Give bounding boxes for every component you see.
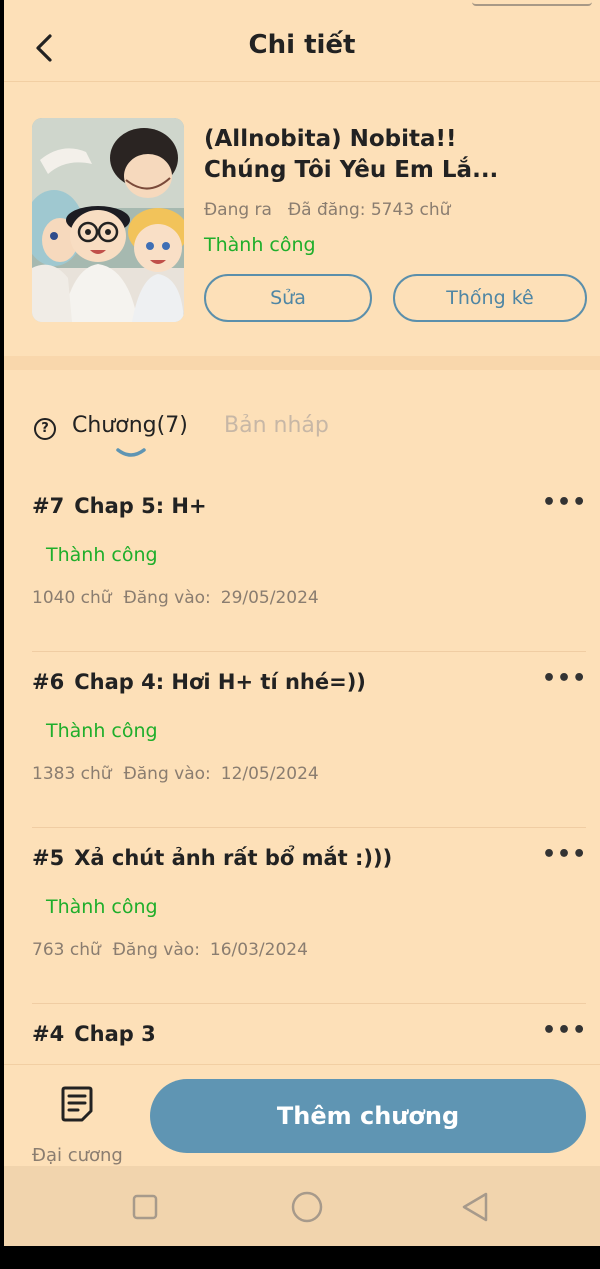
chapter-date: 16/03/2024 (209, 940, 308, 960)
chapter-name: Xả chút ảnh rất bổ mắt :))) (74, 846, 393, 870)
book-title-line-1: (Allnobita) Nobita!! (204, 126, 457, 152)
chapter-word-count: 763 chữ (32, 940, 101, 960)
book-title-line-2: Chúng Tôi Yêu Em Lắ... (204, 157, 499, 183)
app-screen: Chi tiết (Allnobita) Nobita!! Chúng Tôi … (4, 0, 600, 1246)
tab-active-indicator (116, 448, 146, 457)
chapter-status: Thành công (46, 544, 158, 566)
book-word-count: Đã đăng: 5743 chữ (287, 200, 451, 220)
chapter-number: #6 (32, 670, 65, 694)
chapter-status: Thành công (46, 896, 158, 918)
outline-button[interactable]: Đại cương (26, 1081, 136, 1166)
chapter-item[interactable]: #7 Chap 5: H+ ••• Thành công 1040 chữ Đăng… (32, 476, 586, 652)
chapter-number: #7 (32, 494, 65, 518)
chapter-name: Chap 4: Hơi H+ tí nhé=)) (74, 670, 366, 694)
header: Chi tiết (4, 14, 600, 82)
question-circle-icon[interactable]: ? (34, 418, 56, 440)
more-horizontal-icon[interactable]: ••• (542, 1018, 586, 1048)
tab-bar: ? Chương(7) Bản nháp (4, 408, 600, 468)
circle-icon[interactable] (290, 1190, 324, 1224)
chapter-name: Chap 5: H+ (74, 494, 207, 518)
triangle-back-icon[interactable] (458, 1190, 492, 1224)
chapter-title: #5 Xả chút ảnh rất bổ mắt :))) (32, 846, 392, 870)
chapter-word-count: 1040 chữ (32, 588, 112, 608)
more-horizontal-icon[interactable]: ••• (542, 666, 586, 696)
edit-button[interactable]: Sửa (204, 274, 372, 322)
page-title: Chi tiết (248, 30, 356, 60)
book-meta: Đang ra Đã đăng: 5743 chữ (204, 200, 450, 220)
system-nav-bar (4, 1166, 600, 1246)
chapter-number: #4 (32, 1022, 65, 1046)
outline-label: Đại cương (32, 1145, 123, 1166)
book-info: (Allnobita) Nobita!! Chúng Tôi Yêu Em Lắ… (4, 96, 600, 356)
status-bar (4, 0, 600, 10)
square-icon[interactable] (128, 1190, 162, 1224)
add-chapter-button[interactable]: Thêm chương (150, 1079, 586, 1153)
chapter-status: Thành công (46, 720, 158, 742)
chapter-word-count: 1383 chữ (32, 764, 112, 784)
chapter-item[interactable]: #5 Xả chút ảnh rất bổ mắt :))) ••• Thành … (32, 828, 586, 1004)
more-horizontal-icon[interactable]: ••• (542, 842, 586, 872)
chapter-title: #4 Chap 3 (32, 1022, 156, 1046)
chapter-item[interactable]: #6 Chap 4: Hơi H+ tí nhé=)) ••• Thành côn… (32, 652, 586, 828)
book-cover-image[interactable] (32, 118, 184, 322)
tab-chapters[interactable]: Chương(7) (72, 413, 188, 438)
book-state: Đang ra (204, 200, 272, 220)
chapter-date: 29/05/2024 (220, 588, 319, 608)
chapter-meta: 763 chữ Đăng vào: 16/03/2024 (32, 940, 308, 960)
status-icons (472, 0, 592, 6)
chapter-date: 12/05/2024 (220, 764, 319, 784)
chapter-name: Chap 3 (74, 1022, 156, 1046)
book-title: (Allnobita) Nobita!! Chúng Tôi Yêu Em Lắ… (204, 124, 584, 186)
chapter-meta: 1383 chữ Đăng vào: 12/05/2024 (32, 764, 319, 784)
bottom-action-bar: Đại cương Thêm chương (4, 1064, 600, 1166)
stats-button[interactable]: Thống kê (393, 274, 587, 322)
document-list-icon (61, 1086, 93, 1122)
chapter-meta: 1040 chữ Đăng vào: 29/05/2024 (32, 588, 319, 608)
tab-drafts[interactable]: Bản nháp (224, 413, 329, 438)
chapter-number: #5 (32, 846, 65, 870)
chapter-posted-label: Đăng vào: (123, 764, 211, 784)
chapter-title: #7 Chap 5: H+ (32, 494, 207, 518)
more-horizontal-icon[interactable]: ••• (542, 490, 586, 520)
chapter-posted-label: Đăng vào: (123, 588, 211, 608)
section-divider (4, 356, 600, 370)
book-status: Thành công (204, 234, 316, 256)
chapter-title: #6 Chap 4: Hơi H+ tí nhé=)) (32, 670, 366, 694)
chapter-posted-label: Đăng vào: (112, 940, 200, 960)
